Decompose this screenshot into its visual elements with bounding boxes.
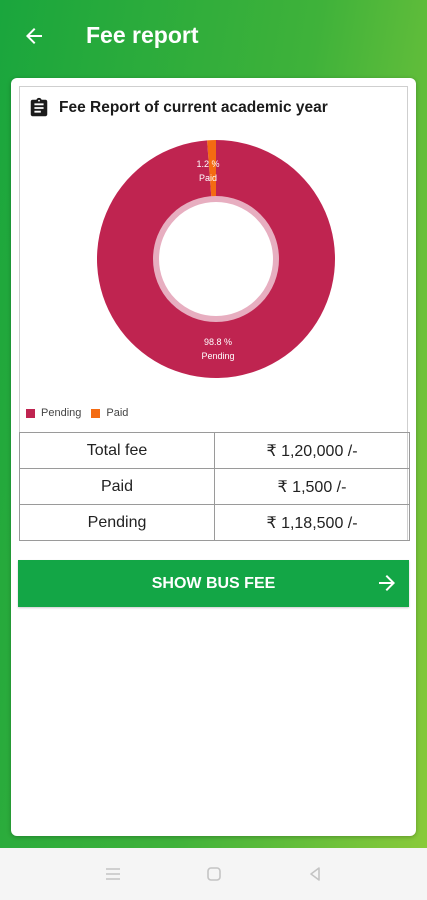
legend-label-pending: Pending (41, 407, 82, 419)
fee-value-cell: ₹ 1,18,500 /- (214, 504, 410, 541)
table-row: Paid ₹ 1,500 /- (19, 468, 410, 505)
chart-legend: Pending Paid (26, 407, 138, 419)
fee-label-cell: Paid (19, 468, 215, 505)
menu-icon (106, 868, 120, 880)
fee-table: Total fee ₹ 1,20,000 /- Paid ₹ 1,500 /- … (19, 432, 410, 541)
legend-label-paid: Paid (106, 407, 129, 419)
nav-back-button[interactable] (303, 862, 327, 886)
report-box: Fee Report of current academic year 1.2 … (19, 86, 410, 541)
clipboard-icon (30, 97, 48, 117)
page-title: Fee report (86, 22, 199, 48)
show-bus-fee-button[interactable]: SHOW BUS FEE (18, 560, 409, 607)
report-header: Fee Report of current academic year (28, 95, 328, 121)
fee-value-cell: ₹ 1,20,000 /- (214, 432, 410, 469)
home-icon (207, 867, 221, 881)
nav-home-button[interactable] (202, 862, 226, 886)
system-nav-bar (0, 848, 427, 900)
show-bus-fee-label: SHOW BUS FEE (151, 574, 276, 592)
fee-value-cell: ₹ 1,500 /- (214, 468, 410, 505)
arrow-right-icon (379, 575, 395, 591)
app-bar: Fee report (0, 0, 427, 72)
paid-name-label: Paid (199, 173, 217, 183)
arrow-left-icon (26, 28, 42, 44)
fee-label-cell: Pending (19, 504, 215, 541)
table-row: Pending ₹ 1,18,500 /- (19, 504, 410, 541)
back-icon (310, 867, 320, 881)
back-button[interactable] (18, 20, 50, 52)
table-row: Total fee ₹ 1,20,000 /- (19, 432, 410, 469)
nav-menu-button[interactable] (101, 862, 125, 886)
legend-swatch-paid (91, 408, 101, 418)
paid-value-label: 1.2 % (196, 159, 219, 169)
fee-donut-chart: 1.2 % Paid 98.8 % Pending (97, 140, 335, 378)
legend-item-pending: Pending (26, 407, 81, 419)
pending-value-label: 98.8 % (204, 337, 232, 347)
fee-label-cell: Total fee (19, 432, 215, 469)
fee-report-card: Fee Report of current academic year 1.2 … (11, 78, 416, 836)
legend-item-paid: Paid (91, 407, 128, 419)
donut-inner-ring (153, 196, 279, 322)
pending-name-label: Pending (201, 351, 234, 361)
legend-swatch-pending (26, 408, 35, 418)
report-title: Fee Report of current academic year (59, 99, 328, 116)
